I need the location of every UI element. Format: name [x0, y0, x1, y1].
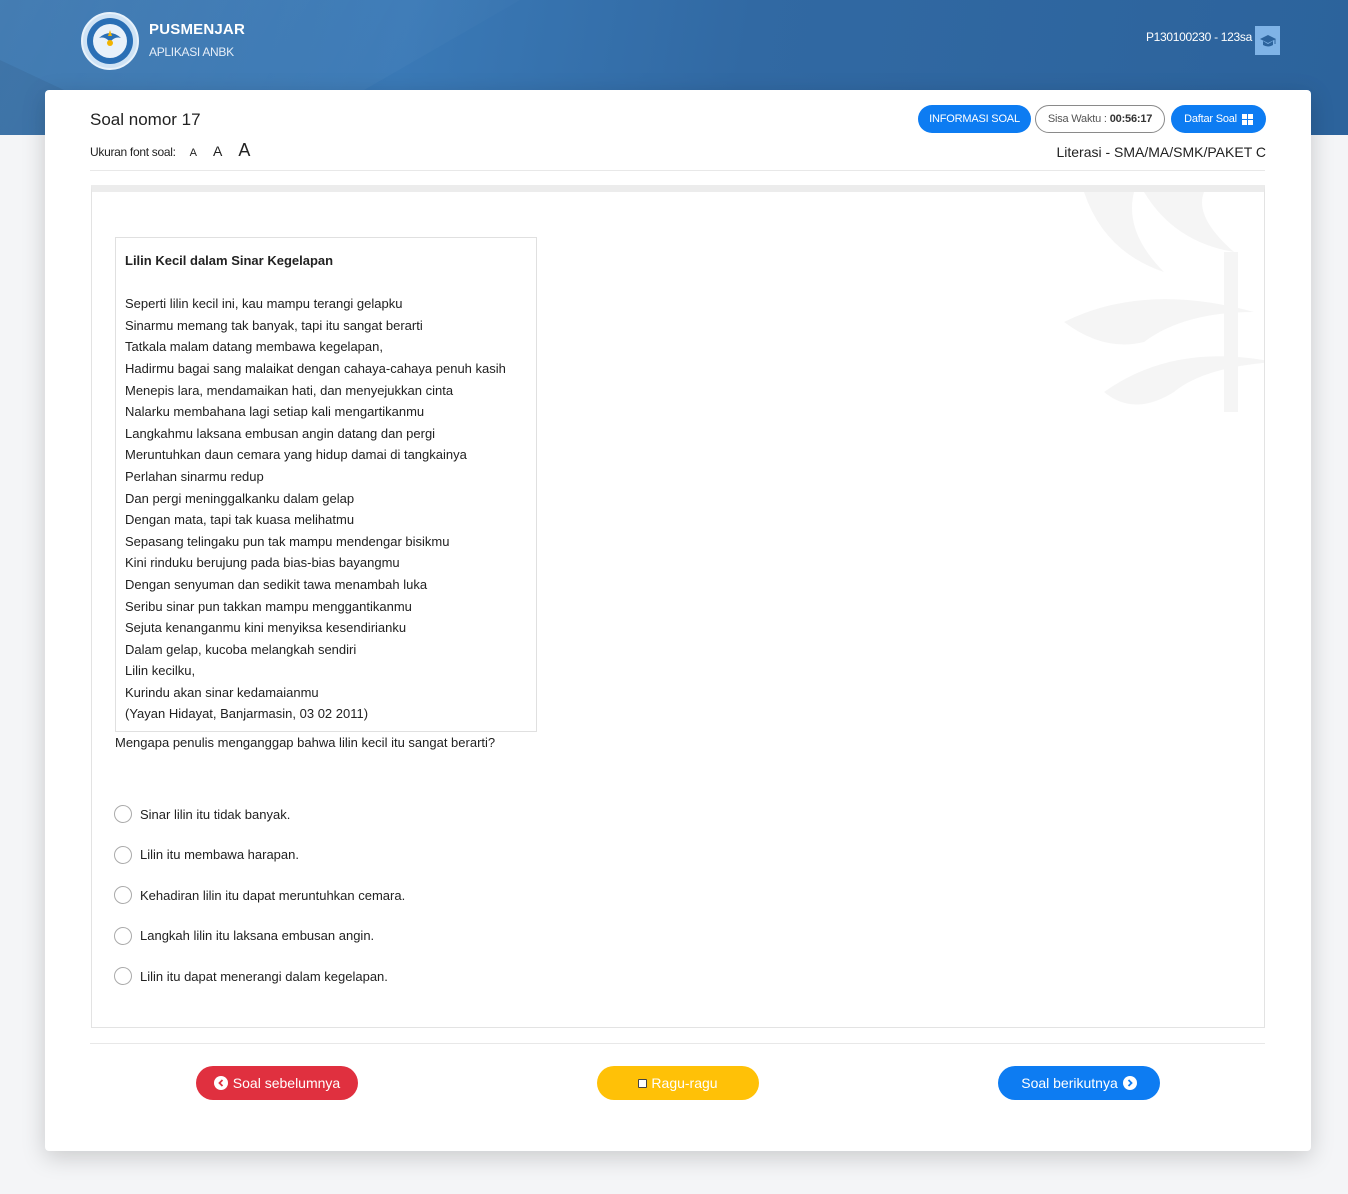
user-id: P130100230 - 123sa: [1145, 30, 1252, 44]
doubt-label: Ragu-ragu: [651, 1075, 718, 1091]
poem-line: Nalarku membahana lagi setiap kali menga…: [125, 404, 425, 420]
brand-title: PUSMENJAR: [149, 21, 245, 38]
poem-line: Dengan mata, tapi tak kuasa melihatmu: [125, 512, 355, 528]
poem-line: Sepasang telingaku pun tak mampu mendeng…: [125, 533, 450, 549]
answer-options: Sinar lilin itu tidak banyak. Lilin itu …: [114, 794, 405, 997]
poem-line: Seperti lilin kecil ini, kau mampu teran…: [125, 296, 403, 312]
previous-question-button[interactable]: Soal sebelumnya: [196, 1066, 358, 1100]
timer-value: 00:56:17: [1109, 113, 1153, 125]
poem-line: Sinarmu memang tak banyak, tapi itu sang…: [125, 317, 423, 333]
divider: [90, 1043, 1265, 1044]
answer-option-a[interactable]: Sinar lilin itu tidak banyak.: [114, 794, 405, 835]
reading-passage: Lilin Kecil dalam Sinar Kegelapan Sepert…: [115, 237, 537, 732]
poem-line: Dalam gelap, kucoba melangkah sendiri: [125, 641, 357, 657]
radio-button[interactable]: [114, 886, 132, 905]
font-size-medium-button[interactable]: A: [213, 143, 222, 159]
poem-line: Lilin kecilku,: [125, 663, 196, 679]
poem-line: Hadirmu bagai sang malaikat dengan cahay…: [125, 360, 506, 376]
checkbox-icon: [638, 1078, 648, 1088]
font-size-large-button[interactable]: A: [238, 140, 250, 161]
doubt-button[interactable]: Ragu-ragu: [597, 1066, 759, 1100]
chevron-right-circle-icon: [1122, 1076, 1137, 1090]
option-label: Lilin itu dapat menerangi dalam kegelapa…: [140, 968, 388, 984]
poem-line: Menepis lara, mendamaikan hati, dan meny…: [125, 382, 454, 398]
radio-button[interactable]: [114, 845, 132, 864]
next-question-button[interactable]: Soal berikutnya: [998, 1066, 1160, 1100]
remaining-time: Sisa Waktu : 00:56:17: [1035, 105, 1165, 133]
radio-button[interactable]: [114, 805, 132, 824]
poem-line: Sejuta kenanganmu kini menyiksa kesendir…: [125, 620, 407, 636]
question-list-button[interactable]: Daftar Soal: [1171, 105, 1266, 133]
previous-label: Soal sebelumnya: [232, 1075, 341, 1091]
question-card: Soal nomor 17 Ukuran font soal: A A A IN…: [45, 90, 1311, 1151]
answer-option-d[interactable]: Langkah lilin itu laksana embusan angin.: [114, 916, 405, 957]
option-label: Kehadiran lilin itu dapat meruntuhkan ce…: [140, 887, 406, 903]
timer-label: Sisa Waktu :: [1047, 113, 1107, 125]
tut-wuri-handayani-logo: [81, 12, 139, 70]
answer-option-b[interactable]: Lilin itu membawa harapan.: [114, 835, 405, 876]
grid-icon: [1241, 113, 1253, 125]
poem-line: Dengan senyuman dan sedikit tawa menamba…: [125, 576, 428, 592]
question-info-button[interactable]: INFORMASI SOAL: [918, 105, 1031, 133]
poem-line: Dan pergi meninggalkanku dalam gelap: [125, 490, 355, 506]
question-content: Lilin Kecil dalam Sinar Kegelapan Sepert…: [91, 185, 1265, 1028]
passage-title: Lilin Kecil dalam Sinar Kegelapan: [125, 253, 334, 268]
poem-line: Tatkala malam datang membawa kegelapan,: [125, 339, 383, 355]
question-prompt: Mengapa penulis menganggap bahwa lilin k…: [115, 735, 496, 750]
brand-subtitle: APLIKASI ANBK: [149, 45, 234, 59]
option-label: Sinar lilin itu tidak banyak.: [140, 806, 291, 822]
graduation-cap-icon[interactable]: [1255, 26, 1280, 55]
radio-button[interactable]: [114, 967, 132, 986]
divider: [90, 170, 1265, 171]
poem-line: Meruntuhkan daun cemara yang hidup damai…: [125, 447, 467, 463]
radio-button[interactable]: [114, 926, 132, 945]
question-number: Soal nomor 17: [90, 110, 201, 129]
font-size-selector: Ukuran font soal: A A A: [90, 140, 250, 161]
poem-line: Kurindu akan sinar kedamaianmu: [125, 684, 319, 700]
font-size-small-button[interactable]: A: [190, 147, 197, 159]
answer-option-c[interactable]: Kehadiran lilin itu dapat meruntuhkan ce…: [114, 875, 405, 916]
option-label: Lilin itu membawa harapan.: [140, 847, 299, 863]
poem-line: Langkahmu laksana embusan angin datang d…: [125, 425, 436, 441]
chevron-left-circle-icon: [213, 1076, 228, 1090]
next-label: Soal berikutnya: [1021, 1075, 1118, 1091]
option-label: Langkah lilin itu laksana embusan angin.: [140, 928, 375, 944]
question-list-label: Daftar Soal: [1184, 113, 1237, 125]
poem-source: (Yayan Hidayat, Banjarmasin, 03 02 2011): [125, 706, 369, 722]
poem-line: Kini rinduku berujung pada bias-bias bay…: [125, 555, 400, 571]
poem-line: Perlahan sinarmu redup: [125, 468, 264, 484]
poem-line: Seribu sinar pun takkan mampu menggantik…: [125, 598, 412, 614]
font-size-label: Ukuran font soal:: [90, 145, 176, 159]
answer-option-e[interactable]: Lilin itu dapat menerangi dalam kegelapa…: [114, 956, 405, 997]
subject-label: Literasi - SMA/MA/SMK/PAKET C: [1056, 144, 1266, 160]
watermark-logo: [1064, 192, 1264, 412]
